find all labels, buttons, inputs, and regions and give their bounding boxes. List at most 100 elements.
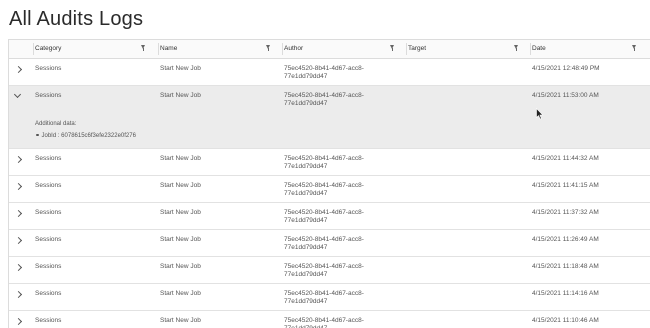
author-id-line: 77e1dd79dd47 bbox=[284, 217, 328, 224]
table-row[interactable]: Sessions Start New Job 75ec4520-8b41-4d67-… bbox=[9, 176, 650, 203]
author-id-line: 77e1dd79dd47 bbox=[284, 73, 328, 80]
table-row[interactable]: Sessions Start New Job 75ec4520-8b41-4d67-… bbox=[9, 230, 650, 257]
author-id-line: 75ec4520-8b41-4d67-acc8- bbox=[284, 92, 364, 99]
chevron-right-icon[interactable] bbox=[14, 65, 23, 74]
page-title: All Audits Logs bbox=[9, 8, 144, 30]
bullet-icon bbox=[36, 133, 39, 137]
cell-category: Sessions bbox=[35, 182, 62, 189]
cell-category: Sessions bbox=[35, 317, 62, 324]
column-separator[interactable] bbox=[158, 43, 159, 55]
audit-logs-grid: Category Name Author Target Date Sessions Sta… bbox=[8, 39, 650, 328]
cell-category: Sessions bbox=[35, 92, 62, 99]
table-row[interactable]: Sessions Start New Job 75ec4520-8b41-4d67-… bbox=[9, 86, 650, 149]
column-separator[interactable] bbox=[33, 43, 34, 55]
cell-author: 75ec4520-8b41-4d67-acc8-77e1dd79dd47 bbox=[284, 236, 364, 252]
column-header-author[interactable]: Author bbox=[284, 40, 408, 58]
cell-name: Start New Job bbox=[160, 182, 201, 189]
cell-name: Start New Job bbox=[160, 92, 201, 99]
chevron-right-icon[interactable] bbox=[14, 236, 23, 245]
author-id-line: 75ec4520-8b41-4d67-acc8- bbox=[284, 263, 364, 270]
table-row[interactable]: Sessions Start New Job 75ec4520-8b41-4d67-… bbox=[9, 149, 650, 176]
column-header-label: Name bbox=[160, 45, 178, 52]
chevron-right-icon[interactable] bbox=[14, 182, 23, 191]
column-header-label: Author bbox=[284, 45, 304, 52]
filter-icon[interactable] bbox=[514, 45, 518, 51]
author-id-line: 77e1dd79dd47 bbox=[284, 190, 328, 197]
column-separator[interactable] bbox=[530, 43, 531, 55]
table-row[interactable]: Sessions Start New Job 75ec4520-8b41-4d67-… bbox=[9, 59, 650, 86]
grid-body: Sessions Start New Job 75ec4520-8b41-4d67-… bbox=[9, 59, 650, 328]
column-header-date[interactable]: Date bbox=[532, 40, 650, 58]
cell-author: 75ec4520-8b41-4d67-acc8-77e1dd79dd47 bbox=[284, 182, 364, 198]
cell-author: 75ec4520-8b41-4d67-acc8-77e1dd79dd47 bbox=[284, 263, 364, 279]
cell-date: 4/15/2021 11:26:49 AM bbox=[532, 236, 599, 243]
cell-author: 75ec4520-8b41-4d67-acc8-77e1dd79dd47 bbox=[284, 290, 364, 306]
author-id-line: 77e1dd79dd47 bbox=[284, 271, 328, 278]
author-id-line: 77e1dd79dd47 bbox=[284, 163, 328, 170]
cell-name: Start New Job bbox=[160, 317, 201, 324]
cell-category: Sessions bbox=[35, 209, 62, 216]
author-id-line: 77e1dd79dd47 bbox=[284, 244, 328, 251]
author-id-line: 75ec4520-8b41-4d67-acc8- bbox=[284, 236, 364, 243]
chevron-down-icon[interactable] bbox=[13, 90, 22, 99]
author-id-line: 75ec4520-8b41-4d67-acc8- bbox=[284, 290, 364, 297]
column-header-name[interactable]: Name bbox=[160, 40, 284, 58]
column-header-label: Target bbox=[408, 45, 427, 52]
filter-icon[interactable] bbox=[632, 45, 636, 51]
cell-author: 75ec4520-8b41-4d67-acc8-77e1dd79dd47 bbox=[284, 65, 364, 81]
column-separator[interactable] bbox=[406, 43, 407, 55]
chevron-right-icon[interactable] bbox=[14, 290, 23, 299]
table-row[interactable]: Sessions Start New Job 75ec4520-8b41-4d67-… bbox=[9, 311, 650, 328]
cell-name: Start New Job bbox=[160, 155, 201, 162]
column-separator[interactable] bbox=[282, 43, 283, 55]
additional-data-item: JobId : 6078615c6f3efe2322e0f276 bbox=[35, 133, 136, 139]
chevron-right-icon[interactable] bbox=[14, 317, 23, 326]
column-header-category[interactable]: Category bbox=[35, 40, 159, 58]
cell-date: 4/15/2021 12:48:49 PM bbox=[532, 65, 600, 72]
chevron-right-icon[interactable] bbox=[14, 263, 23, 272]
filter-icon[interactable] bbox=[141, 45, 145, 51]
author-id-line: 75ec4520-8b41-4d67-acc8- bbox=[284, 65, 364, 72]
cell-category: Sessions bbox=[35, 263, 62, 270]
cell-name: Start New Job bbox=[160, 209, 201, 216]
cell-name: Start New Job bbox=[160, 65, 201, 72]
cell-name: Start New Job bbox=[160, 263, 201, 270]
column-header-label: Date bbox=[532, 45, 546, 52]
author-id-line: 75ec4520-8b41-4d67-acc8- bbox=[284, 209, 364, 216]
table-row[interactable]: Sessions Start New Job 75ec4520-8b41-4d67-… bbox=[9, 257, 650, 284]
author-id-line: 77e1dd79dd47 bbox=[284, 298, 328, 305]
column-header-label: Category bbox=[35, 45, 62, 52]
filter-icon[interactable] bbox=[390, 45, 394, 51]
cell-author: 75ec4520-8b41-4d67-acc8-77e1dd79dd47 bbox=[284, 209, 364, 225]
cell-date: 4/15/2021 11:37:32 AM bbox=[532, 209, 599, 216]
additional-data-text: JobId : 6078615c6f3efe2322e0f276 bbox=[41, 133, 136, 139]
cell-author: 75ec4520-8b41-4d67-acc8-77e1dd79dd47 bbox=[284, 317, 364, 328]
author-id-line: 75ec4520-8b41-4d67-acc8- bbox=[284, 182, 364, 189]
cell-date: 4/15/2021 11:14:16 AM bbox=[532, 290, 599, 297]
cell-author: 75ec4520-8b41-4d67-acc8-77e1dd79dd47 bbox=[284, 92, 364, 108]
author-id-line: 77e1dd79dd47 bbox=[284, 100, 328, 107]
cell-category: Sessions bbox=[35, 236, 62, 243]
additional-data-title: Additional data: bbox=[35, 121, 77, 127]
cell-date: 4/15/2021 11:53:00 AM bbox=[532, 92, 599, 99]
cell-category: Sessions bbox=[35, 290, 62, 297]
author-id-line: 75ec4520-8b41-4d67-acc8- bbox=[284, 155, 364, 162]
cell-date: 4/15/2021 11:10:46 AM bbox=[532, 317, 599, 324]
table-row[interactable]: Sessions Start New Job 75ec4520-8b41-4d67-… bbox=[9, 203, 650, 230]
filter-icon[interactable] bbox=[266, 45, 270, 51]
chevron-right-icon[interactable] bbox=[14, 155, 23, 164]
column-header-target[interactable]: Target bbox=[408, 40, 532, 58]
table-row[interactable]: Sessions Start New Job 75ec4520-8b41-4d67-… bbox=[9, 284, 650, 311]
grid-header: Category Name Author Target Date bbox=[9, 40, 650, 59]
cell-date: 4/15/2021 11:44:32 AM bbox=[532, 155, 599, 162]
cell-date: 4/15/2021 11:18:48 AM bbox=[532, 263, 599, 270]
chevron-right-icon[interactable] bbox=[14, 209, 23, 218]
cell-category: Sessions bbox=[35, 155, 62, 162]
cell-category: Sessions bbox=[35, 65, 62, 72]
mouse-pointer-icon bbox=[536, 108, 544, 120]
cell-name: Start New Job bbox=[160, 236, 201, 243]
author-id-line: 75ec4520-8b41-4d67-acc8- bbox=[284, 317, 364, 324]
cell-author: 75ec4520-8b41-4d67-acc8-77e1dd79dd47 bbox=[284, 155, 364, 171]
cell-date: 4/15/2021 11:41:15 AM bbox=[532, 182, 599, 189]
cell-name: Start New Job bbox=[160, 290, 201, 297]
